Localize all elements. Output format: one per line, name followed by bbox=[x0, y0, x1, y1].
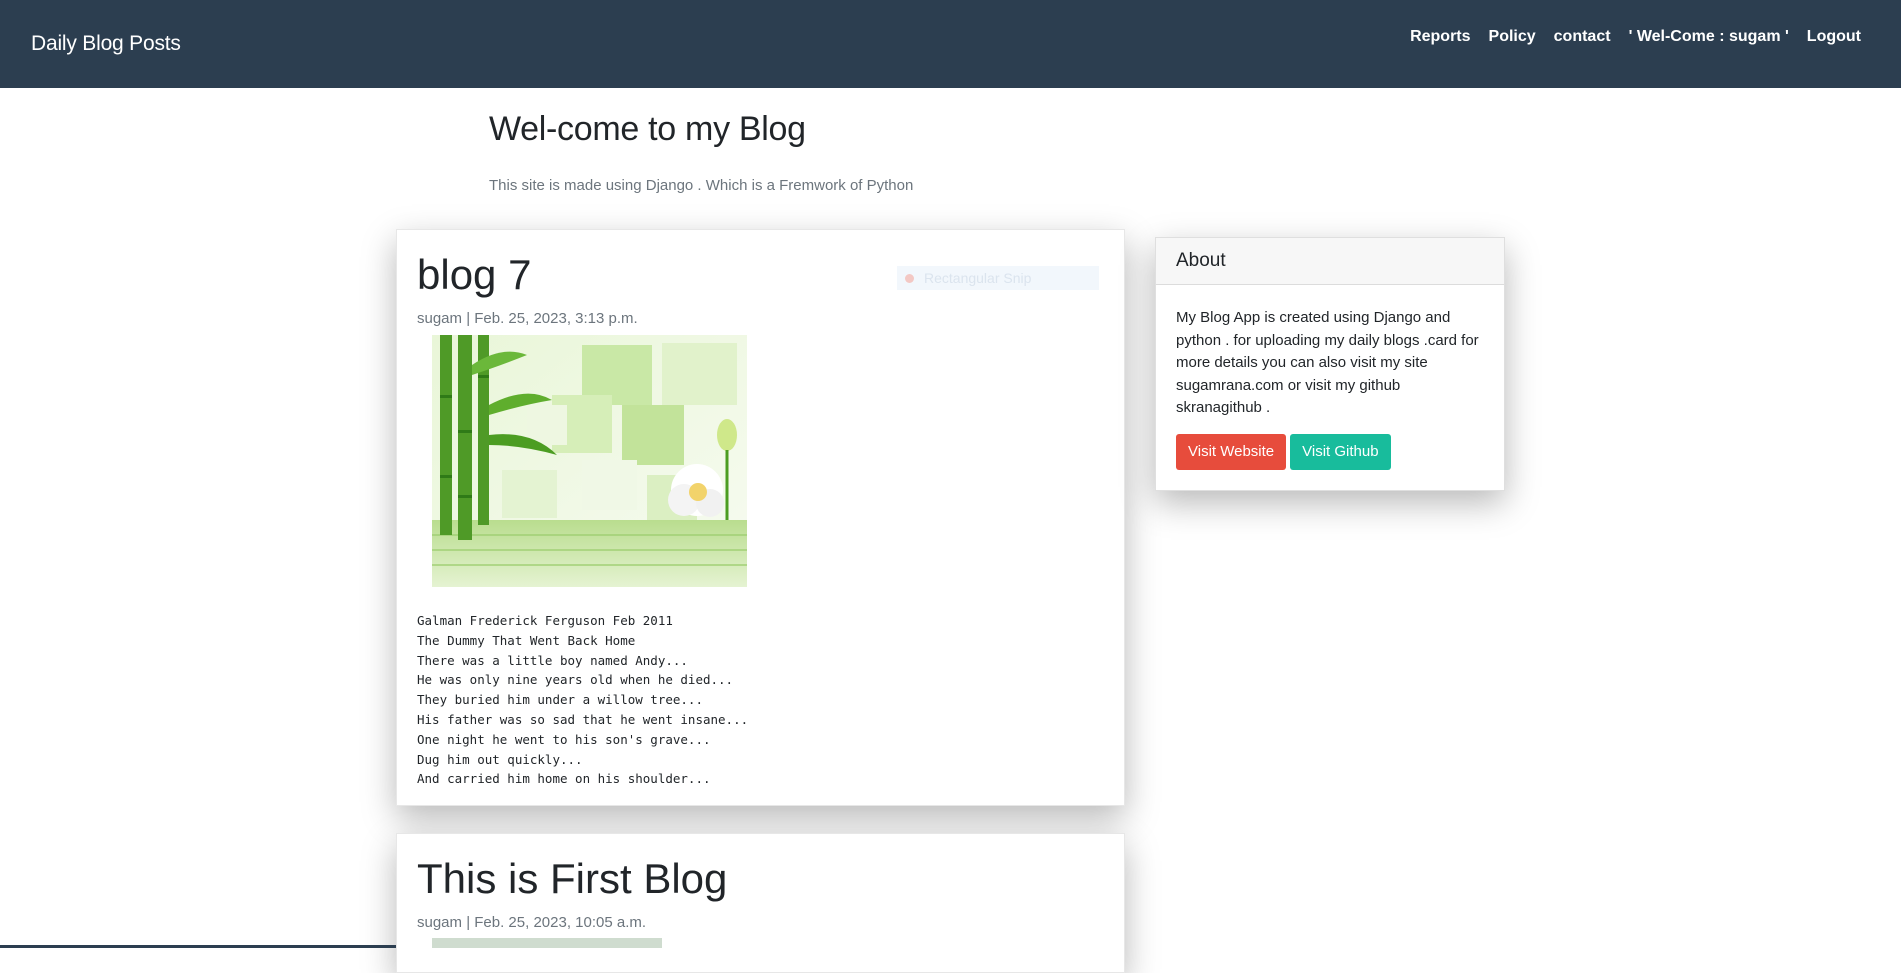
post-body-line: His father was so sad that he went insan… bbox=[417, 711, 749, 727]
nav-contact-link[interactable]: contact bbox=[1554, 28, 1611, 46]
bamboo-lotus-image bbox=[432, 335, 747, 587]
post-body-line: Dug him out quickly... bbox=[417, 751, 583, 767]
nav-welcome-user-link[interactable]: ' Wel-Come : sugam ' bbox=[1629, 28, 1789, 46]
page-title: Wel-come to my Blog bbox=[489, 110, 806, 148]
post-card: blog 7 sugam | Feb. 25, 2023, 3:13 p.m. … bbox=[396, 229, 1125, 806]
about-buttons: Visit Website Visit Github bbox=[1156, 420, 1504, 470]
brand-link[interactable]: Daily Blog Posts bbox=[31, 32, 181, 56]
navbar: Daily Blog Posts Reports Policy contact … bbox=[0, 0, 1901, 88]
post-body-line: One night he went to his son's grave... bbox=[417, 731, 711, 747]
about-card: About My Blog App is created using Djang… bbox=[1155, 237, 1505, 491]
post-card: This is First Blog sugam | Feb. 25, 2023… bbox=[396, 833, 1125, 973]
post-body-line: Galman Frederick Ferguson Feb 2011 bbox=[417, 613, 673, 628]
masthead: Wel-come to my Blog This site is made us… bbox=[489, 110, 1129, 194]
post-meta: sugam | Feb. 25, 2023, 10:05 a.m. bbox=[417, 914, 647, 931]
snip-overlay-label: Rectangular Snip bbox=[924, 270, 1032, 286]
nav-policy-link[interactable]: Policy bbox=[1489, 28, 1536, 46]
page-subtitle: This site is made using Django . Which i… bbox=[489, 177, 914, 194]
snip-record-icon bbox=[905, 273, 914, 283]
post-image bbox=[432, 335, 747, 587]
post-body-line: There was a little boy named Andy... bbox=[417, 652, 688, 668]
post-body-line: The Dummy That Went Back Home bbox=[417, 632, 636, 648]
nav-links: Reports Policy contact ' Wel-Come : suga… bbox=[1410, 28, 1861, 46]
about-heading: About bbox=[1156, 238, 1504, 285]
visit-website-button[interactable]: Visit Website bbox=[1176, 433, 1287, 470]
post-body-line: He was only nine years old when he died.… bbox=[417, 672, 734, 688]
post-image bbox=[432, 938, 662, 948]
visit-github-button[interactable]: Visit Github bbox=[1290, 433, 1391, 470]
post-body-line: They buried him under a willow tree... bbox=[417, 692, 703, 708]
about-text: My Blog App is created using Django and … bbox=[1176, 309, 1479, 417]
snip-overlay: Rectangular Snip bbox=[897, 266, 1099, 290]
post-body: Galman Frederick Ferguson Feb 2011 The D… bbox=[417, 611, 748, 789]
post-body-line: And carried him home on his shoulder... bbox=[417, 771, 711, 787]
nav-logout-link[interactable]: Logout bbox=[1807, 28, 1861, 46]
post-meta: sugam | Feb. 25, 2023, 3:13 p.m. bbox=[417, 310, 638, 327]
post-title[interactable]: This is First Blog bbox=[417, 834, 1104, 900]
nav-reports-link[interactable]: Reports bbox=[1410, 28, 1470, 46]
